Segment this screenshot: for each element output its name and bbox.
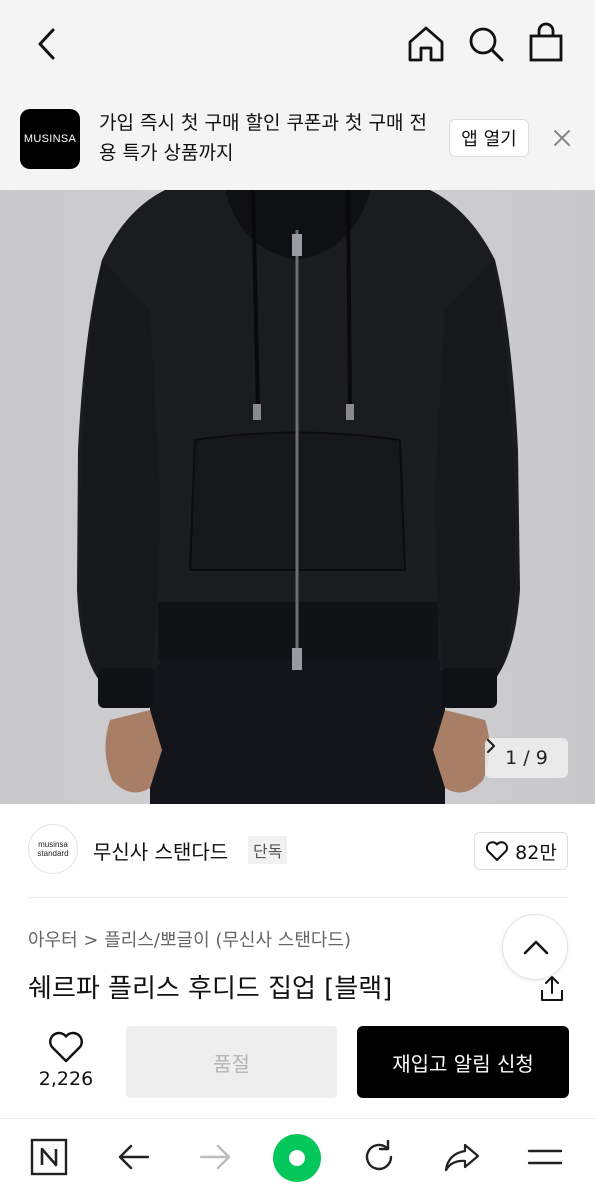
share-arrow-icon	[444, 1143, 480, 1172]
browser-share-button[interactable]	[440, 1135, 484, 1179]
refresh-button[interactable]	[357, 1135, 401, 1179]
green-dot-button[interactable]	[272, 1133, 322, 1183]
refresh-icon	[365, 1139, 393, 1171]
home-icon	[408, 26, 444, 62]
browser-menu-button[interactable]	[523, 1135, 567, 1179]
image-separator: /	[523, 747, 530, 769]
category-breadcrumb[interactable]: 아우터 > 플리스/뽀글이 (무신사 스탠다드)	[28, 926, 351, 952]
chevron-left-icon	[38, 28, 55, 60]
chevron-right-icon	[486, 738, 496, 754]
green-dot-icon	[273, 1134, 321, 1182]
product-image-gallery[interactable]: 1 / 9	[0, 190, 595, 804]
shopping-bag-icon	[529, 22, 563, 62]
musinsa-logo: MUSINSA	[20, 109, 80, 169]
heart-icon	[49, 1031, 83, 1063]
app-install-banner: MUSINSA 가입 즉시 첫 구매 할인 쿠폰과 첫 구매 전용 특가 상품까…	[0, 88, 595, 190]
close-icon	[554, 130, 570, 146]
heart-icon	[486, 841, 509, 861]
product-photo	[0, 190, 595, 804]
top-navigation-bar	[0, 0, 595, 88]
wishlist-button[interactable]: 2,226	[30, 1030, 102, 1102]
naver-n-icon	[30, 1138, 68, 1176]
open-app-button[interactable]: 앱 열기	[449, 119, 529, 157]
brand-like-count: 82만	[515, 841, 557, 864]
restock-alert-button[interactable]: 재입고 알림 신청	[357, 1026, 569, 1098]
exclusive-badge: 단독	[248, 836, 288, 864]
wishlist-count: 2,226	[38, 1068, 94, 1090]
share-button[interactable]	[538, 974, 566, 1004]
divider	[28, 897, 568, 898]
scroll-to-top-button[interactable]	[502, 914, 568, 980]
search-button[interactable]	[464, 22, 508, 66]
browser-forward-button[interactable]	[194, 1135, 238, 1179]
image-counter[interactable]: 1 / 9	[485, 738, 568, 778]
purchase-action-bar: 2,226 품절 재입고 알림 신청	[0, 1020, 595, 1112]
forward-arrow-icon	[199, 1144, 231, 1170]
cart-button[interactable]	[524, 20, 568, 66]
chevron-up-icon	[523, 940, 549, 955]
browser-back-button[interactable]	[111, 1135, 155, 1179]
product-title: 쉐르파 플리스 후디드 집업 [블랙]	[28, 974, 393, 1004]
brand-logo-line2: standard	[37, 849, 69, 858]
image-total: 9	[535, 747, 548, 769]
banner-message: 가입 즉시 첫 구매 할인 쿠폰과 첫 구매 전용 특가 상품까지	[99, 112, 427, 164]
share-icon	[541, 976, 563, 1001]
brand-like-button[interactable]: 82만	[474, 832, 568, 870]
search-icon	[469, 27, 504, 62]
brand-logo[interactable]: musinsa standard	[28, 824, 78, 874]
back-arrow-icon	[118, 1144, 150, 1170]
banner-close-button[interactable]	[550, 126, 574, 150]
naver-home-button[interactable]	[27, 1135, 71, 1179]
brand-logo-line1: musinsa	[38, 840, 68, 849]
image-current: 1	[505, 747, 518, 769]
brand-row: musinsa standard 무신사 스탠다드 단독 82만	[0, 804, 595, 898]
soldout-button: 품절	[126, 1026, 337, 1098]
brand-name[interactable]: 무신사 스탠다드	[93, 836, 228, 865]
menu-icon	[527, 1149, 563, 1165]
back-button[interactable]	[28, 22, 68, 66]
browser-bottom-toolbar	[0, 1118, 595, 1200]
home-button[interactable]	[404, 22, 448, 66]
